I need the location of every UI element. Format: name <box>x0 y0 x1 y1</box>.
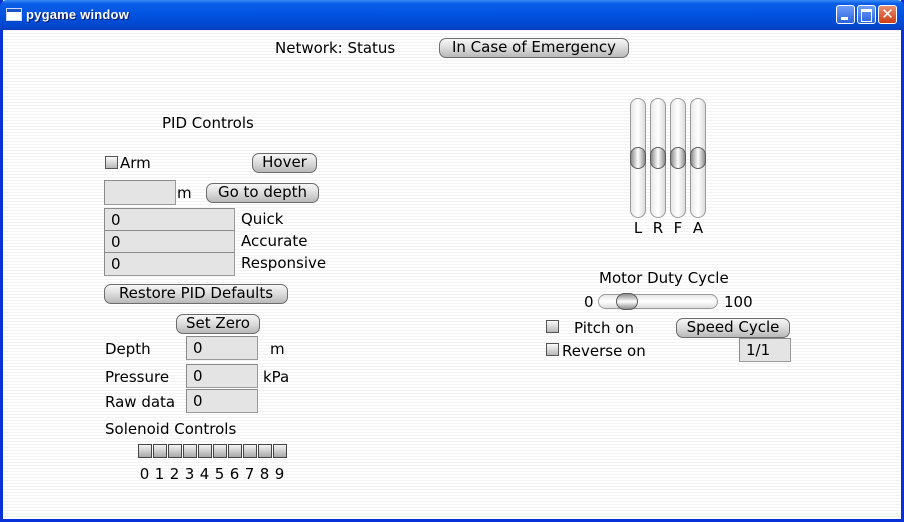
solenoid-checkbox-0[interactable] <box>138 444 152 458</box>
solenoid-checkbox-8[interactable] <box>258 444 272 458</box>
solenoid-number-7: 7 <box>244 465 255 483</box>
window-title: pygame window <box>26 7 130 22</box>
pid-title: PID Controls <box>162 114 254 132</box>
pitch-label: Pitch on <box>574 319 634 337</box>
motor-duty-title: Motor Duty Cycle <box>599 269 729 287</box>
thruster-slider-a[interactable] <box>690 98 706 218</box>
close-icon: ✕ <box>881 5 894 23</box>
depth-readout: 0 <box>186 336 258 360</box>
reverse-checkbox[interactable] <box>546 343 559 356</box>
solenoid-checkbox-9[interactable] <box>273 444 287 458</box>
solenoid-checkbox-6[interactable] <box>228 444 242 458</box>
thruster-slider-handle-a[interactable] <box>690 147 706 169</box>
duty-max-label: 100 <box>724 293 753 311</box>
solenoid-number-1: 1 <box>154 465 165 483</box>
minimize-button[interactable] <box>836 5 855 24</box>
pressure-unit: kPa <box>263 368 290 386</box>
solenoid-checkbox-3[interactable] <box>183 444 197 458</box>
duty-cycle-slider-handle[interactable] <box>616 293 638 310</box>
pid-accurate-input[interactable]: 0 <box>104 230 235 254</box>
thruster-label-r: R <box>652 219 664 237</box>
window-icon <box>6 8 22 21</box>
network-status: Network: Status <box>275 39 396 57</box>
duty-min-label: 0 <box>584 293 594 311</box>
maximize-button[interactable] <box>857 5 876 24</box>
solenoid-number-9: 9 <box>274 465 285 483</box>
solenoid-number-5: 5 <box>214 465 225 483</box>
title-bar: pygame window ✕ <box>0 0 904 30</box>
thruster-slider-handle-r[interactable] <box>650 147 666 169</box>
pid-accurate-label: Accurate <box>241 232 308 250</box>
pressure-readout: 0 <box>186 364 258 388</box>
depth-unit: m <box>270 340 285 358</box>
speed-cycle-button[interactable]: Speed Cycle <box>676 318 790 338</box>
restore-pid-defaults-button[interactable]: Restore PID Defaults <box>104 284 288 304</box>
target-depth-unit: m <box>177 184 192 202</box>
solenoid-title: Solenoid Controls <box>105 420 237 438</box>
solenoid-number-3: 3 <box>184 465 195 483</box>
pid-quick-label: Quick <box>241 210 284 228</box>
thruster-slider-r[interactable] <box>650 98 666 218</box>
solenoid-checkbox-5[interactable] <box>213 444 227 458</box>
go-to-depth-button[interactable]: Go to depth <box>206 183 319 203</box>
solenoid-number-6: 6 <box>229 465 240 483</box>
reverse-label: Reverse on <box>562 342 646 360</box>
thruster-slider-f[interactable] <box>670 98 686 218</box>
arm-checkbox[interactable] <box>105 156 118 169</box>
raw-data-label: Raw data <box>105 393 176 411</box>
pid-quick-input[interactable]: 0 <box>104 208 235 232</box>
pressure-label: Pressure <box>105 368 170 386</box>
solenoid-number-8: 8 <box>259 465 270 483</box>
maximize-icon <box>861 9 872 22</box>
arm-label: Arm <box>120 154 151 172</box>
thruster-slider-handle-f[interactable] <box>670 147 686 169</box>
pid-responsive-label: Responsive <box>241 254 327 272</box>
target-depth-input[interactable] <box>104 180 176 205</box>
pid-responsive-input[interactable]: 0 <box>104 252 235 276</box>
pitch-checkbox[interactable] <box>546 320 559 333</box>
solenoid-number-0: 0 <box>139 465 150 483</box>
thruster-slider-handle-l[interactable] <box>630 147 646 169</box>
close-button[interactable]: ✕ <box>878 5 897 24</box>
solenoid-number-4: 4 <box>199 465 210 483</box>
set-zero-button[interactable]: Set Zero <box>176 314 260 334</box>
thruster-label-l: L <box>633 219 643 237</box>
thruster-label-f: F <box>673 219 683 237</box>
raw-data-readout: 0 <box>186 389 258 413</box>
speed-value-readout: 1/1 <box>739 338 791 362</box>
emergency-button[interactable]: In Case of Emergency <box>439 38 629 58</box>
solenoid-checkbox-7[interactable] <box>243 444 257 458</box>
minimize-icon <box>841 17 848 20</box>
depth-label: Depth <box>105 340 151 358</box>
hover-button[interactable]: Hover <box>252 153 317 173</box>
thruster-label-a: A <box>692 219 704 237</box>
solenoid-number-2: 2 <box>169 465 180 483</box>
solenoid-checkbox-1[interactable] <box>153 444 167 458</box>
thruster-slider-l[interactable] <box>630 98 646 218</box>
solenoid-checkbox-2[interactable] <box>168 444 182 458</box>
solenoid-checkbox-4[interactable] <box>198 444 212 458</box>
duty-cycle-slider[interactable] <box>598 293 718 310</box>
